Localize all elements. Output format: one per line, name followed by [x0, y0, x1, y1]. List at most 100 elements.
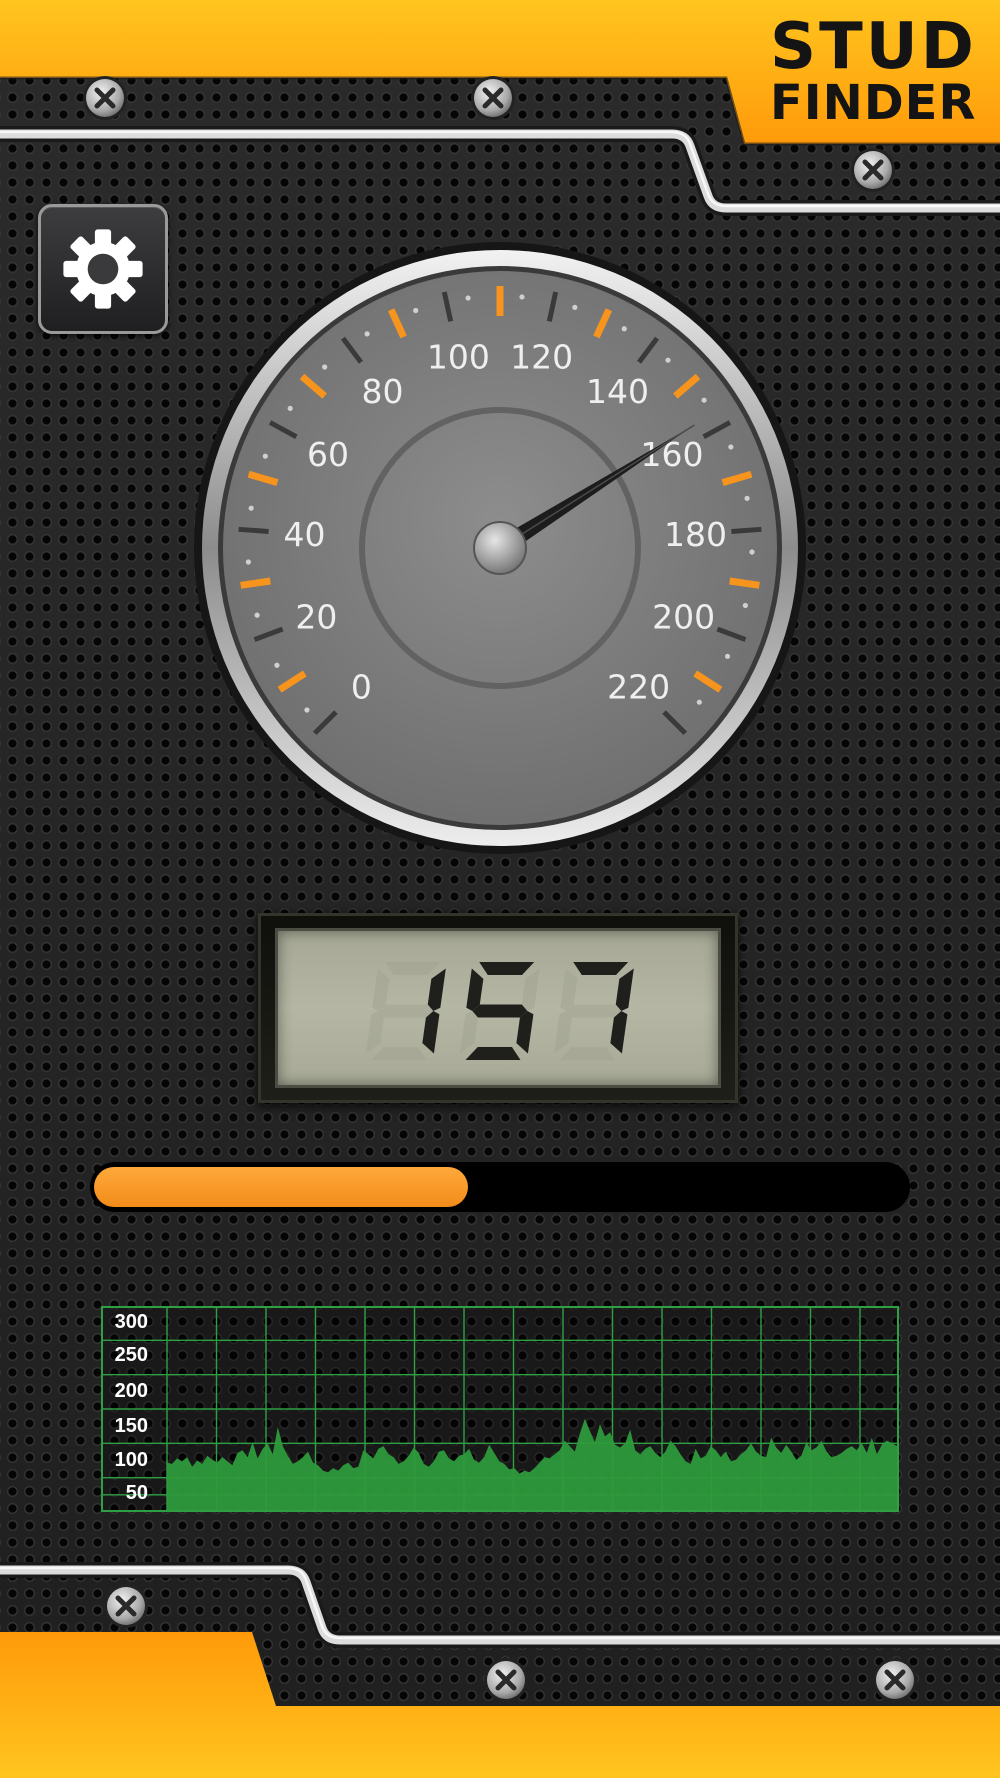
gauge-needle-body	[495, 425, 695, 556]
gauge-hub	[473, 521, 527, 575]
screw-icon	[104, 1584, 148, 1628]
gauge-tick	[673, 373, 701, 399]
gear-icon	[63, 229, 143, 309]
gauge-tick-label: 180	[664, 515, 727, 554]
gauge: 0 20 40 60 80 100 120 140 160 180 200 220	[194, 242, 806, 854]
lcd-segment	[465, 1047, 521, 1060]
top-metal-rail	[0, 126, 1000, 216]
gauge-tick-label: 220	[607, 668, 670, 707]
gauge-needle	[495, 424, 695, 556]
gauge-dot	[274, 662, 280, 668]
gauge-dot	[304, 707, 310, 713]
lcd-segment	[427, 968, 446, 1011]
gauge-tick	[693, 670, 723, 693]
gauge-tick	[731, 526, 762, 534]
gauge-tick	[441, 291, 454, 322]
gauge-dot	[287, 405, 293, 412]
screw-icon	[471, 76, 515, 120]
graph-y-label: 150	[115, 1415, 148, 1437]
gauge-tick	[716, 626, 747, 642]
signal-history-graph: 300 250 200 150 100 50	[101, 1306, 899, 1512]
gauge-face	[223, 271, 777, 825]
lcd-segment	[479, 962, 535, 975]
gauge-needle-highlight	[499, 424, 695, 549]
gauge-dot	[262, 453, 268, 459]
screw-icon	[873, 1658, 917, 1702]
gauge-dot	[322, 364, 328, 370]
gauge-tick-label: 120	[510, 337, 573, 376]
lcd-reading	[365, 962, 634, 1060]
gauge-tick	[387, 308, 407, 339]
gauge-dot	[413, 307, 419, 314]
lcd-segment	[573, 962, 629, 975]
gauge-dot	[465, 295, 471, 301]
stud-finder-screen: STUD FINDER 0 20 40 60 80 100 120 140 16…	[0, 0, 1000, 1778]
gauge-tick-label: 100	[427, 337, 490, 376]
gauge-tick-label: 200	[652, 597, 715, 636]
gauge-rim	[202, 250, 798, 846]
screw-icon	[851, 148, 895, 192]
gauge-tick	[340, 336, 363, 364]
gauge-dot	[245, 559, 251, 565]
app-title-line2: FINDER	[770, 75, 977, 131]
lcd-display	[258, 913, 738, 1103]
bottom-orange-band	[0, 1632, 1000, 1778]
gauge-dot	[248, 505, 254, 511]
lcd-segment	[615, 968, 634, 1011]
lcd-digit	[553, 962, 634, 1060]
gauge-tick	[299, 373, 327, 399]
gauge-tick-label: 80	[362, 372, 404, 411]
gauge-tick	[702, 420, 732, 440]
settings-button[interactable]	[38, 204, 168, 334]
lcd-digit	[365, 962, 446, 1060]
gauge-tick	[240, 577, 271, 589]
gauge-tick-label: 0	[351, 668, 372, 707]
signal-strength-fill	[94, 1167, 468, 1207]
gauge-tick	[593, 308, 613, 339]
graph-y-label: 300	[115, 1311, 148, 1333]
lcd-digit	[459, 962, 540, 1060]
gauge-tick	[312, 710, 338, 736]
gauge-dot	[749, 549, 755, 555]
gauge-tick-label: 160	[641, 435, 704, 474]
gauge-shadow	[194, 242, 806, 854]
app-title-line1: STUD	[770, 10, 977, 84]
graph-y-label: 200	[115, 1380, 148, 1402]
gauge-tick-label: 40	[283, 515, 325, 554]
signal-strength-bar	[90, 1162, 910, 1212]
gauge-tick	[662, 710, 688, 736]
gauge-dot	[728, 444, 734, 450]
graph-y-label: 100	[115, 1449, 148, 1471]
gauge-dot	[572, 304, 578, 310]
graph-y-label: 250	[115, 1344, 148, 1366]
gauge-tick	[253, 626, 284, 642]
graph-y-label: 50	[126, 1482, 148, 1504]
gauge-tick	[546, 291, 559, 322]
gauge-tick-label: 140	[586, 372, 649, 411]
lcd-segment	[472, 1004, 528, 1018]
gauge-tick	[721, 470, 753, 486]
gauge-dot	[701, 397, 707, 403]
gauge-dot	[254, 612, 260, 618]
gauge-dot	[742, 602, 748, 609]
gauge-dot	[744, 495, 750, 501]
gauge-tick-label: 60	[307, 435, 349, 474]
gauge-labels: 0 20 40 60 80 100 120 140 160 180 200 220	[283, 337, 727, 706]
gauge-tick	[238, 526, 269, 534]
gauge-tick	[729, 577, 760, 589]
gauge-inner-ring	[359, 407, 641, 689]
screw-icon	[83, 76, 127, 120]
gauge-dot	[724, 653, 731, 659]
gauge-dot	[364, 331, 370, 337]
gauge-tick-label: 20	[295, 597, 337, 636]
gauge-dot	[621, 326, 627, 332]
gauge-dot	[519, 294, 525, 300]
gauge-dot	[665, 357, 671, 363]
screw-icon	[484, 1658, 528, 1702]
gauge-ticks	[238, 286, 762, 736]
gauge-tick	[247, 470, 279, 486]
gauge-tick	[268, 420, 298, 440]
lcd-screen	[275, 928, 721, 1088]
gauge-dot	[696, 699, 702, 705]
gauge-tick	[277, 670, 307, 693]
